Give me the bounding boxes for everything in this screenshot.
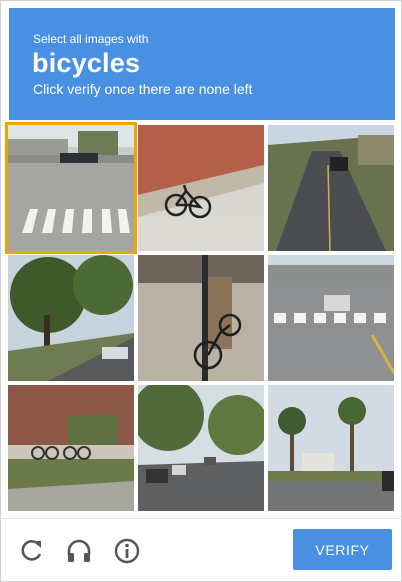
tile-image bbox=[138, 125, 264, 251]
challenge-header: Select all images with bicycles Click ve… bbox=[9, 8, 395, 120]
tile-image bbox=[8, 255, 134, 381]
tile-image bbox=[8, 125, 134, 251]
tile-crosswalk-parking-lot[interactable] bbox=[5, 122, 137, 254]
footer-divider bbox=[0, 518, 402, 519]
tile-image bbox=[268, 255, 394, 381]
instruction-text: Select all images with bbox=[33, 32, 149, 46]
tile-tree-lined-street[interactable] bbox=[8, 255, 134, 381]
reload-icon[interactable] bbox=[18, 537, 46, 565]
tile-palm-trees-road[interactable] bbox=[268, 385, 394, 511]
tile-image bbox=[268, 125, 394, 251]
tile-bike-rack-campus[interactable] bbox=[8, 385, 134, 511]
tile-bicycle-by-brick-wall[interactable] bbox=[138, 125, 264, 251]
target-object: bicycles bbox=[32, 48, 141, 78]
tile-residential-street[interactable] bbox=[138, 385, 264, 511]
tile-bicycle-at-pole[interactable] bbox=[138, 255, 264, 381]
headphones-icon[interactable] bbox=[65, 537, 93, 565]
tile-road-with-cars[interactable] bbox=[268, 125, 394, 251]
tile-image bbox=[138, 385, 264, 511]
sub-instruction-text: Click verify once there are none left bbox=[33, 81, 253, 97]
info-icon[interactable] bbox=[113, 537, 141, 565]
tile-image bbox=[138, 255, 264, 381]
tile-image bbox=[8, 385, 134, 511]
tile-crosswalk-intersection[interactable] bbox=[268, 255, 394, 381]
tile-image bbox=[268, 385, 394, 511]
verify-button[interactable]: VERIFY bbox=[293, 529, 392, 570]
